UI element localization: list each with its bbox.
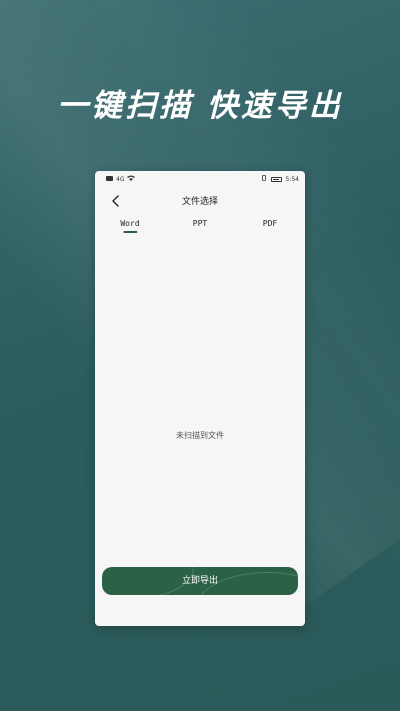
export-button-label: 立即导出	[181, 576, 218, 586]
promo-headline: 一键扫描 快速导出	[57, 88, 343, 124]
page-title: 文件选择	[181, 197, 218, 207]
export-button[interactable]: 立即导出	[102, 567, 298, 595]
promo-screen: 一键扫描 快速导出 4G 5:54 文件选择 Word PPT PDF 未扫描到…	[0, 0, 400, 711]
status-right: 5:54	[261, 175, 299, 183]
button-decoration	[102, 567, 194, 595]
status-bar: 4G 5:54	[95, 171, 305, 187]
empty-state-message: 未扫描到文件	[176, 431, 224, 440]
tab-pdf[interactable]: PDF	[263, 219, 277, 228]
status-left: 4G	[106, 175, 136, 183]
sim-icon	[106, 175, 113, 183]
wifi-icon	[127, 175, 136, 183]
nav-bar: 文件选择	[95, 189, 305, 211]
status-time: 5:54	[285, 175, 299, 183]
tab-ppt[interactable]: PPT	[193, 219, 207, 228]
phone-screen: 4G 5:54 文件选择 Word PPT PDF 未扫描到文件 立即导出	[95, 171, 305, 626]
vibrate-icon	[261, 175, 267, 183]
network-label: 4G	[116, 175, 125, 183]
battery-icon	[270, 176, 282, 182]
file-type-tabs: Word PPT PDF	[95, 217, 305, 237]
tab-word[interactable]: Word	[120, 219, 139, 233]
